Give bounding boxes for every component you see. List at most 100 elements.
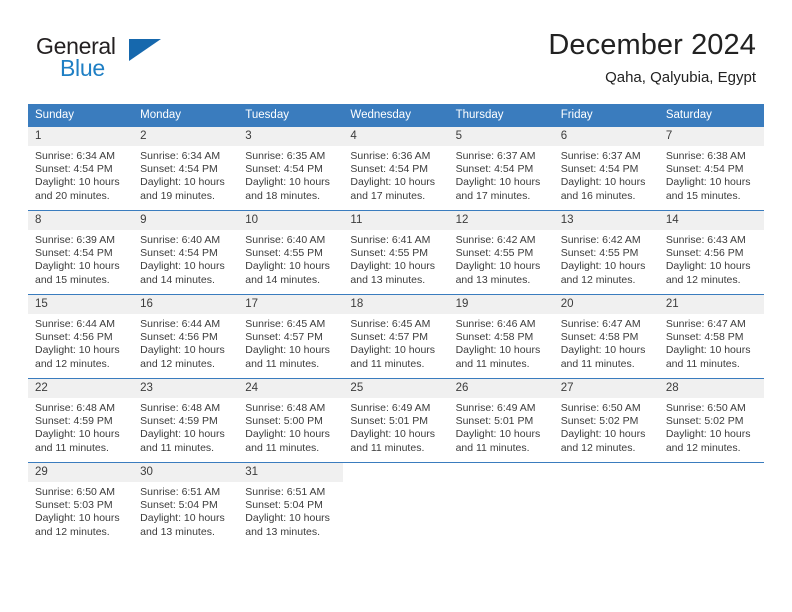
day-details: Sunrise: 6:40 AM Sunset: 4:54 PM Daylight:… — [133, 230, 238, 287]
day-details: Sunrise: 6:47 AM Sunset: 4:58 PM Daylight:… — [659, 314, 764, 371]
day-details: Sunrise: 6:50 AM Sunset: 5:03 PM Daylight:… — [28, 482, 133, 539]
calendar-day-cell[interactable]: 16 Sunrise: 6:44 AM Sunset: 4:56 PM Dayligh… — [133, 294, 239, 379]
daylight-text-line1: Daylight: 10 hours — [245, 344, 330, 357]
daylight-text-line2: and 13 minutes. — [350, 273, 426, 286]
day-details: Sunrise: 6:51 AM Sunset: 5:04 PM Daylight:… — [133, 482, 238, 539]
daylight-text-line2: and 11 minutes. — [350, 357, 425, 370]
calendar-day-cell[interactable]: 22 Sunrise: 6:48 AM Sunset: 4:59 PM Dayligh… — [28, 378, 134, 463]
calendar-day-cell[interactable]: 5 Sunrise: 6:37 AM Sunset: 4:54 PM Daylight… — [448, 126, 554, 211]
sunrise-text: Sunrise: 6:50 AM — [560, 402, 641, 414]
sunset-text: Sunset: 4:54 PM — [140, 247, 218, 260]
daylight-text-line2: and 11 minutes. — [140, 441, 215, 454]
sunrise-text: Sunrise: 6:50 AM — [35, 486, 115, 498]
sunset-text: Sunset: 4:54 PM — [560, 163, 639, 176]
sunset-text: Sunset: 4:56 PM — [140, 331, 218, 344]
calendar-day-cell[interactable]: 21 Sunrise: 6:47 AM Sunset: 4:58 PM Dayligh… — [658, 294, 764, 379]
day-details: Sunrise: 6:50 AM Sunset: 5:02 PM Daylight:… — [659, 398, 764, 455]
day-details: Sunrise: 6:37 AM Sunset: 4:54 PM Daylight:… — [449, 146, 554, 203]
daylight-text-line1: Daylight: 10 hours — [350, 344, 436, 357]
calendar-day-cell[interactable]: 31 Sunrise: 6:51 AM Sunset: 5:04 PM Dayligh… — [238, 462, 344, 546]
sunrise-text: Sunrise: 6:45 AM — [350, 318, 431, 330]
daylight-text-line2: and 12 minutes. — [140, 357, 215, 370]
daylight-text-line2: and 12 minutes. — [560, 441, 636, 454]
calendar-day-cell[interactable]: 28 Sunrise: 6:50 AM Sunset: 5:02 PM Dayligh… — [658, 378, 764, 463]
calendar-day-cell[interactable]: 27 Sunrise: 6:50 AM Sunset: 5:02 PM Dayligh… — [553, 378, 659, 463]
title-block: December 2024 Qaha, Qalyubia, Egypt — [548, 28, 756, 87]
day-details: Sunrise: 6:37 AM Sunset: 4:54 PM Daylight:… — [554, 146, 659, 203]
calendar-day-cell[interactable]: 3 Sunrise: 6:35 AM Sunset: 4:54 PM Daylight… — [238, 126, 344, 211]
sunrise-text: Sunrise: 6:44 AM — [35, 318, 115, 330]
calendar-day-cell[interactable]: 14 Sunrise: 6:43 AM Sunset: 4:56 PM Dayligh… — [658, 210, 764, 295]
sunrise-text: Sunrise: 6:34 AM — [140, 150, 221, 162]
day-number: 19 — [448, 295, 554, 314]
calendar-day-cell[interactable]: 12 Sunrise: 6:42 AM Sunset: 4:55 PM Dayligh… — [448, 210, 554, 295]
daylight-text-line2: and 17 minutes. — [350, 189, 426, 202]
calendar-day-cell[interactable]: 7 Sunrise: 6:38 AM Sunset: 4:54 PM Daylight… — [658, 126, 764, 211]
daylight-text-line1: Daylight: 10 hours — [560, 344, 646, 357]
day-number: 26 — [448, 379, 554, 398]
calendar-day-cell[interactable]: 30 Sunrise: 6:51 AM Sunset: 5:04 PM Dayligh… — [133, 462, 239, 546]
weekday-header-monday: Monday — [133, 104, 239, 127]
calendar-week-row: 22 Sunrise: 6:48 AM Sunset: 4:59 PM Dayligh… — [28, 378, 764, 463]
sunset-text: Sunset: 4:58 PM — [665, 331, 744, 344]
calendar-day-cell[interactable]: 15 Sunrise: 6:44 AM Sunset: 4:56 PM Dayligh… — [28, 294, 134, 379]
calendar-day-cell[interactable]: 8 Sunrise: 6:39 AM Sunset: 4:54 PM Daylight… — [28, 210, 134, 295]
sunrise-text: Sunrise: 6:41 AM — [350, 234, 431, 246]
calendar-day-cell[interactable]: 20 Sunrise: 6:47 AM Sunset: 4:58 PM Dayligh… — [553, 294, 659, 379]
calendar-day-cell[interactable]: 2 Sunrise: 6:34 AM Sunset: 4:54 PM Daylight… — [133, 126, 239, 211]
sunrise-text: Sunrise: 6:51 AM — [245, 486, 326, 498]
sunrise-text: Sunrise: 6:35 AM — [245, 150, 326, 162]
calendar-day-cell[interactable]: 10 Sunrise: 6:40 AM Sunset: 4:55 PM Dayligh… — [238, 210, 344, 295]
calendar-day-cell[interactable]: 1 Sunrise: 6:34 AM Sunset: 4:54 PM Daylight… — [28, 126, 134, 211]
sunset-text: Sunset: 5:00 PM — [245, 415, 323, 428]
calendar-day-cell[interactable]: 6 Sunrise: 6:37 AM Sunset: 4:54 PM Daylight… — [553, 126, 659, 211]
sunrise-text: Sunrise: 6:42 AM — [560, 234, 641, 246]
daylight-text-line1: Daylight: 10 hours — [350, 428, 436, 441]
day-number: 30 — [133, 463, 239, 482]
day-details: Sunrise: 6:48 AM Sunset: 4:59 PM Daylight:… — [133, 398, 238, 455]
calendar-body: 1 Sunrise: 6:34 AM Sunset: 4:54 PM Daylight… — [28, 126, 764, 546]
daylight-text-line2: and 13 minutes. — [245, 525, 320, 538]
day-number — [553, 463, 659, 482]
calendar-day-cell[interactable]: 11 Sunrise: 6:41 AM Sunset: 4:55 PM Dayligh… — [343, 210, 449, 295]
calendar-week-row: 1 Sunrise: 6:34 AM Sunset: 4:54 PM Daylight… — [28, 126, 764, 211]
daylight-text-line2: and 15 minutes. — [665, 189, 741, 202]
day-details: Sunrise: 6:34 AM Sunset: 4:54 PM Daylight:… — [133, 146, 238, 203]
calendar-day-cell[interactable]: 23 Sunrise: 6:48 AM Sunset: 4:59 PM Dayligh… — [133, 378, 239, 463]
day-details: Sunrise: 6:47 AM Sunset: 4:58 PM Daylight:… — [554, 314, 659, 371]
calendar-day-cell-empty — [448, 462, 554, 546]
calendar-day-cell[interactable]: 25 Sunrise: 6:49 AM Sunset: 5:01 PM Dayligh… — [343, 378, 449, 463]
day-details — [343, 482, 448, 486]
calendar-day-cell[interactable]: 24 Sunrise: 6:48 AM Sunset: 5:00 PM Dayligh… — [238, 378, 344, 463]
sunset-text: Sunset: 4:54 PM — [140, 163, 218, 176]
sunset-text: Sunset: 5:02 PM — [665, 415, 744, 428]
day-number: 15 — [28, 295, 134, 314]
calendar-day-cell[interactable]: 29 Sunrise: 6:50 AM Sunset: 5:03 PM Dayligh… — [28, 462, 134, 546]
day-number: 4 — [343, 127, 449, 146]
calendar-day-cell[interactable]: 19 Sunrise: 6:46 AM Sunset: 4:58 PM Dayligh… — [448, 294, 554, 379]
sunset-text: Sunset: 4:54 PM — [665, 163, 744, 176]
calendar-day-cell[interactable]: 18 Sunrise: 6:45 AM Sunset: 4:57 PM Dayligh… — [343, 294, 449, 379]
calendar-day-cell[interactable]: 13 Sunrise: 6:42 AM Sunset: 4:55 PM Dayligh… — [553, 210, 659, 295]
daylight-text-line2: and 12 minutes. — [560, 273, 636, 286]
daylight-text-line2: and 11 minutes. — [455, 357, 530, 370]
day-number: 9 — [133, 211, 239, 230]
daylight-text-line2: and 14 minutes. — [140, 273, 215, 286]
calendar-day-cell[interactable]: 4 Sunrise: 6:36 AM Sunset: 4:54 PM Daylight… — [343, 126, 449, 211]
day-details: Sunrise: 6:34 AM Sunset: 4:54 PM Daylight:… — [28, 146, 133, 203]
sunset-text: Sunset: 5:03 PM — [35, 499, 113, 512]
day-details: Sunrise: 6:45 AM Sunset: 4:57 PM Daylight:… — [238, 314, 343, 371]
sunset-text: Sunset: 4:58 PM — [455, 331, 534, 344]
daylight-text-line1: Daylight: 10 hours — [35, 176, 120, 189]
sunset-text: Sunset: 4:55 PM — [350, 247, 429, 260]
day-number: 1 — [28, 127, 134, 146]
day-number: 27 — [553, 379, 659, 398]
calendar-day-cell[interactable]: 17 Sunrise: 6:45 AM Sunset: 4:57 PM Dayligh… — [238, 294, 344, 379]
daylight-text-line1: Daylight: 10 hours — [560, 176, 646, 189]
sunrise-text: Sunrise: 6:47 AM — [665, 318, 746, 330]
generalblue-logo[interactable]: General Blue — [36, 33, 216, 89]
calendar-day-cell[interactable]: 26 Sunrise: 6:49 AM Sunset: 5:01 PM Dayligh… — [448, 378, 554, 463]
calendar-page: General Blue December 2024 Qaha, Qalyubi… — [0, 0, 792, 612]
calendar-day-cell[interactable]: 9 Sunrise: 6:40 AM Sunset: 4:54 PM Daylight… — [133, 210, 239, 295]
calendar-day-cell-empty — [658, 462, 764, 546]
